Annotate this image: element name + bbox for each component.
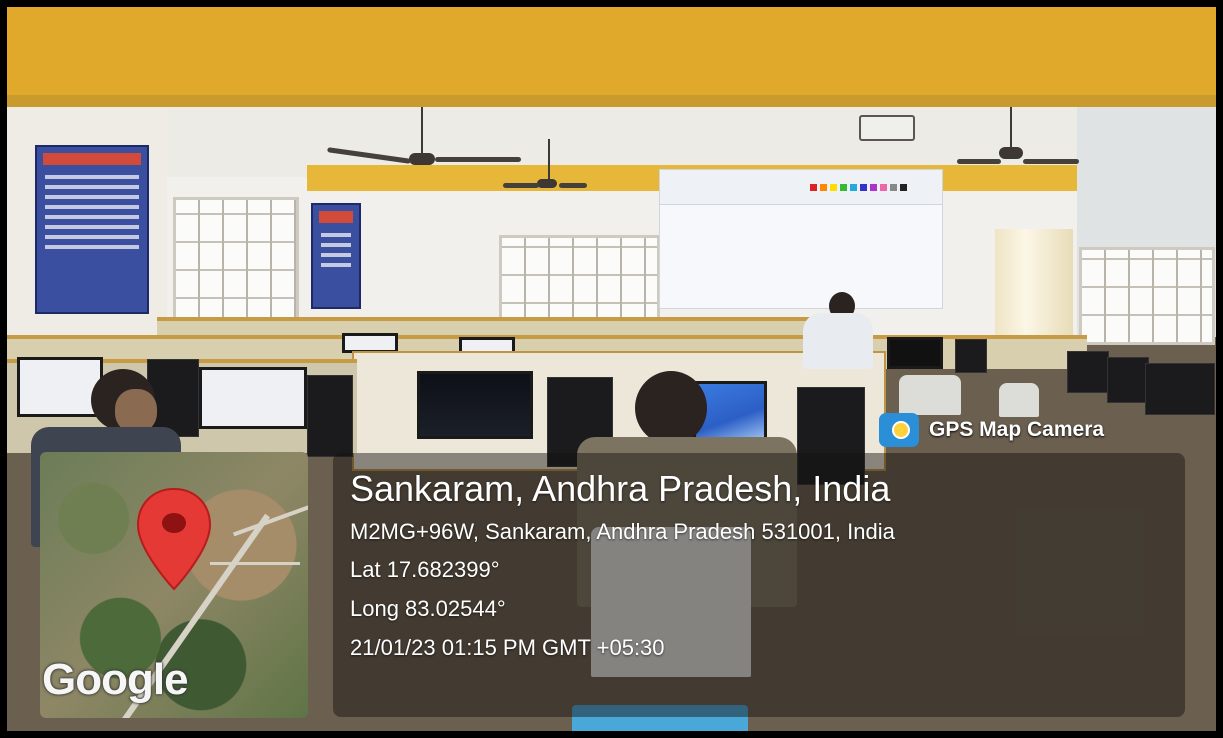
monitor [342, 333, 398, 353]
gps-map-camera-icon [879, 413, 919, 447]
monitor [417, 371, 533, 439]
cpu-tower [1145, 363, 1215, 415]
location-title: Sankaram, Andhra Pradesh, India [350, 468, 891, 509]
poster-middle [311, 203, 361, 309]
cpu-tower [955, 339, 987, 373]
map-pin-shape [136, 487, 212, 591]
longitude: Long 83.02544° [350, 596, 506, 621]
address-line: M2MG+96W, Sankaram, Andhra Pradesh 53100… [350, 519, 895, 544]
projection-screen [659, 169, 943, 309]
google-attribution: Google [42, 655, 189, 704]
monitor [199, 367, 307, 429]
monitor [17, 357, 103, 417]
chair [899, 375, 961, 415]
screen-ribbon [660, 170, 942, 205]
chair [999, 383, 1039, 417]
app-name: GPS Map Camera [929, 418, 1105, 441]
latitude: Lat 17.682399° [350, 557, 500, 582]
projector [859, 115, 915, 141]
timestamp: 21/01/23 01:15 PM GMT +05:30 [350, 635, 665, 660]
map-pin-dot [162, 513, 186, 533]
cpu-tower [1067, 351, 1109, 393]
curtain [995, 229, 1073, 337]
window-left [173, 197, 299, 328]
cpu-tower [307, 375, 353, 457]
cpu-tower [1107, 357, 1149, 403]
window-right [1079, 247, 1215, 345]
poster-left [35, 145, 149, 314]
app-brand: GPS Map Camera [879, 413, 1104, 447]
ceiling-band [7, 7, 1216, 99]
monitor [887, 337, 943, 369]
photo-frame: Google GPS Map Camera Sankaram, Andhra P… [7, 7, 1216, 731]
map-pin-icon [136, 487, 212, 591]
